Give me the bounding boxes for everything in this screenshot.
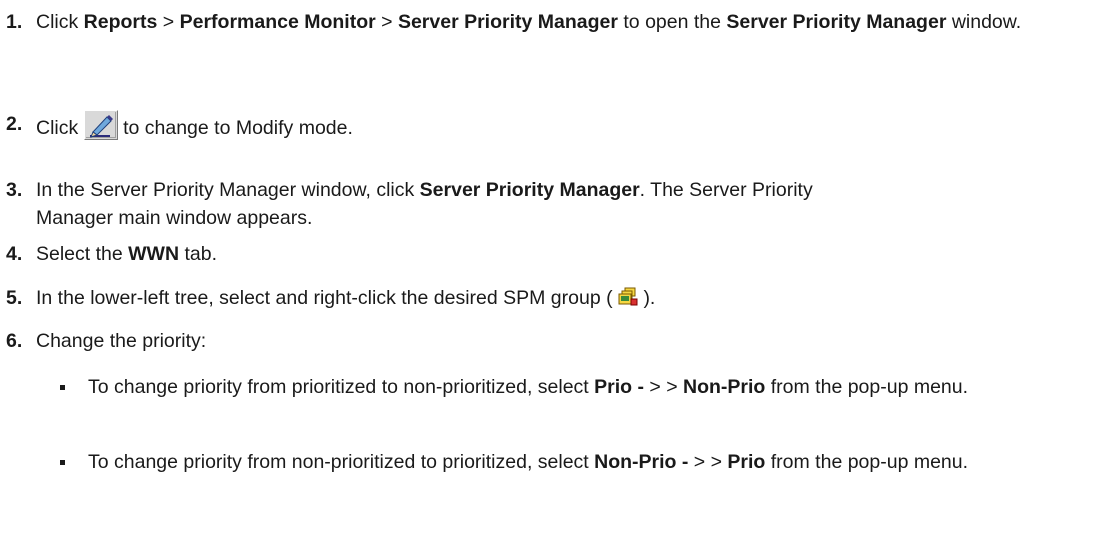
- text-run: To change priority from non-prioritized …: [88, 451, 595, 473]
- step-number: 1.: [6, 11, 23, 33]
- bold-term: Non-Prio: [683, 376, 766, 398]
- step-text: Click Reports > Performance Monitor > Se…: [36, 8, 1076, 36]
- bold-term: WWN: [128, 243, 180, 265]
- step-number: 2.: [6, 113, 23, 135]
- bullet-marker: [60, 460, 65, 465]
- text-run: Click: [36, 11, 84, 33]
- text-run: tab.: [179, 243, 217, 265]
- text-run: from the pop-up menu.: [765, 376, 969, 398]
- text-run: Select the: [36, 243, 129, 265]
- bold-term: Performance Monitor: [179, 11, 376, 33]
- step-number: 4.: [6, 243, 23, 265]
- text-run: from the pop-up menu.: [765, 451, 969, 473]
- text-run: To change priority from prioritized to n…: [88, 376, 595, 398]
- step-number: 6.: [6, 330, 23, 352]
- step-number: 5.: [6, 287, 23, 309]
- step-text: Select the WWN tab.: [36, 240, 1093, 268]
- bullet-marker: [60, 385, 65, 390]
- step-text: Click to change to Modify mode.: [36, 110, 1093, 148]
- bold-term: Prio -: [594, 376, 644, 398]
- substep-text: To change priority from prioritized to n…: [88, 373, 1088, 401]
- text-run: to open the: [617, 11, 727, 33]
- text-run: >: [375, 11, 398, 33]
- text-run: > >: [688, 451, 728, 473]
- text-run: >: [157, 11, 180, 33]
- modify-mode-pencil-icon: [83, 110, 118, 148]
- step-text: In the Server Priority Manager window, c…: [36, 176, 856, 232]
- step-text: In the lower-left tree, select and right…: [36, 284, 1093, 315]
- bold-term: Server Priority Manager: [726, 11, 947, 33]
- substep-text: To change priority from non-prioritized …: [88, 448, 1088, 476]
- bold-term: Server Priority Manager: [397, 11, 618, 33]
- bold-term: Non-Prio -: [594, 451, 689, 473]
- spm-group-icon: [618, 287, 638, 315]
- text-run: > >: [643, 376, 684, 398]
- text-run: Change the priority:: [36, 330, 207, 352]
- step-number: 3.: [6, 179, 23, 201]
- bold-term: Reports: [83, 11, 158, 33]
- text-run: In the Server Priority Manager window, c…: [36, 179, 420, 201]
- step-text: Change the priority:: [36, 327, 1093, 355]
- text-run: window.: [946, 11, 1022, 33]
- bold-term: Server Priority Manager: [419, 179, 640, 201]
- bold-term: Prio: [727, 451, 766, 473]
